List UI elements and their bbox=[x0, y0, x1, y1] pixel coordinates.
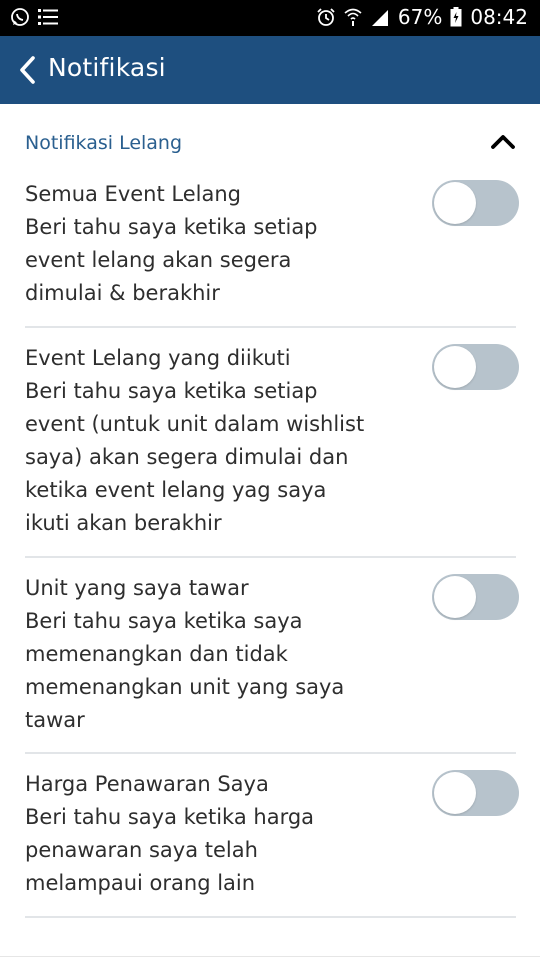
toggle-event-lelang-diikuti[interactable] bbox=[432, 344, 519, 390]
setting-row-event-lelang-diikuti: Event Lelang yang diikuti Beri tahu saya… bbox=[0, 342, 540, 557]
page-title: Notifikasi bbox=[48, 53, 166, 82]
bottom-edge bbox=[0, 956, 540, 957]
divider bbox=[25, 916, 516, 918]
setting-description: Beri tahu saya ketika setiap event (untu… bbox=[25, 379, 365, 535]
status-time: 08:42 bbox=[470, 5, 528, 29]
section-title: Notifikasi Lelang bbox=[25, 132, 183, 154]
setting-title: Unit yang saya tawar bbox=[25, 576, 249, 600]
setting-title: Event Lelang yang diikuti bbox=[25, 346, 291, 370]
toggle-knob bbox=[434, 576, 476, 618]
setting-text: Semua Event Lelang Beri tahu saya ketika… bbox=[25, 178, 365, 310]
divider bbox=[25, 326, 516, 328]
setting-row-semua-event-lelang: Semua Event Lelang Beri tahu saya ketika… bbox=[0, 178, 540, 328]
toggle-unit-yang-saya-tawar[interactable] bbox=[432, 574, 519, 620]
status-bar: 67% 08:42 bbox=[0, 0, 540, 36]
whatsapp-icon bbox=[10, 7, 30, 27]
divider bbox=[25, 752, 516, 754]
toggle-knob bbox=[434, 182, 476, 224]
app-bar: Notifikasi bbox=[0, 36, 540, 104]
toggle-harga-penawaran-saya[interactable] bbox=[432, 770, 519, 816]
list-icon bbox=[38, 8, 58, 26]
divider bbox=[25, 556, 516, 558]
status-bar-right: 67% 08:42 bbox=[316, 5, 528, 29]
battery-percent: 67% bbox=[397, 5, 443, 29]
setting-row-harga-penawaran-saya: Harga Penawaran Saya Beri tahu saya keti… bbox=[0, 768, 540, 916]
back-button[interactable] bbox=[10, 50, 44, 90]
setting-text: Event Lelang yang diikuti Beri tahu saya… bbox=[25, 342, 365, 540]
setting-row-unit-yang-saya-tawar: Unit yang saya tawar Beri tahu saya keti… bbox=[0, 572, 540, 752]
setting-text: Harga Penawaran Saya Beri tahu saya keti… bbox=[25, 768, 365, 900]
chevron-left-icon bbox=[20, 56, 35, 84]
signal-icon bbox=[370, 7, 390, 27]
toggle-semua-event-lelang[interactable] bbox=[432, 180, 519, 226]
alarm-icon bbox=[316, 7, 336, 27]
wifi-icon bbox=[344, 7, 362, 27]
toggle-knob bbox=[434, 772, 476, 814]
setting-title: Harga Penawaran Saya bbox=[25, 772, 269, 796]
setting-text: Unit yang saya tawar Beri tahu saya keti… bbox=[25, 572, 365, 737]
toggle-knob bbox=[434, 346, 476, 388]
status-bar-left bbox=[10, 7, 58, 27]
setting-title: Semua Event Lelang bbox=[25, 182, 241, 206]
setting-description: Beri tahu saya ketika harga penawaran sa… bbox=[25, 805, 315, 895]
setting-description: Beri tahu saya ketika saya memenangkan d… bbox=[25, 609, 345, 732]
section-header[interactable]: Notifikasi Lelang bbox=[0, 104, 540, 168]
setting-description: Beri tahu saya ketika setiap event lelan… bbox=[25, 215, 318, 305]
battery-icon bbox=[450, 7, 462, 27]
chevron-up-icon bbox=[491, 135, 515, 149]
collapse-button[interactable] bbox=[488, 130, 522, 158]
